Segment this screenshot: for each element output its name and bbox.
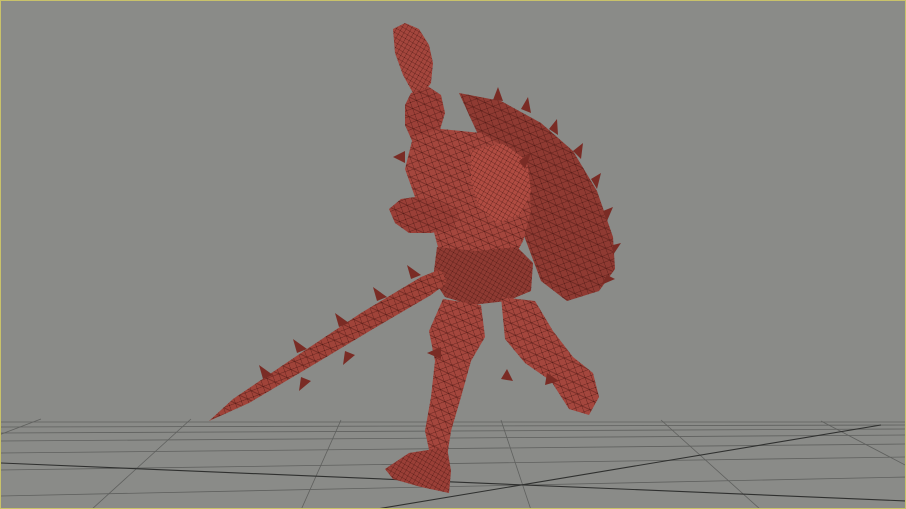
character-model[interactable] bbox=[209, 23, 621, 493]
grid-axis-lines bbox=[1, 424, 905, 508]
3d-viewport[interactable] bbox=[0, 0, 906, 509]
scene-canvas bbox=[1, 23, 905, 508]
